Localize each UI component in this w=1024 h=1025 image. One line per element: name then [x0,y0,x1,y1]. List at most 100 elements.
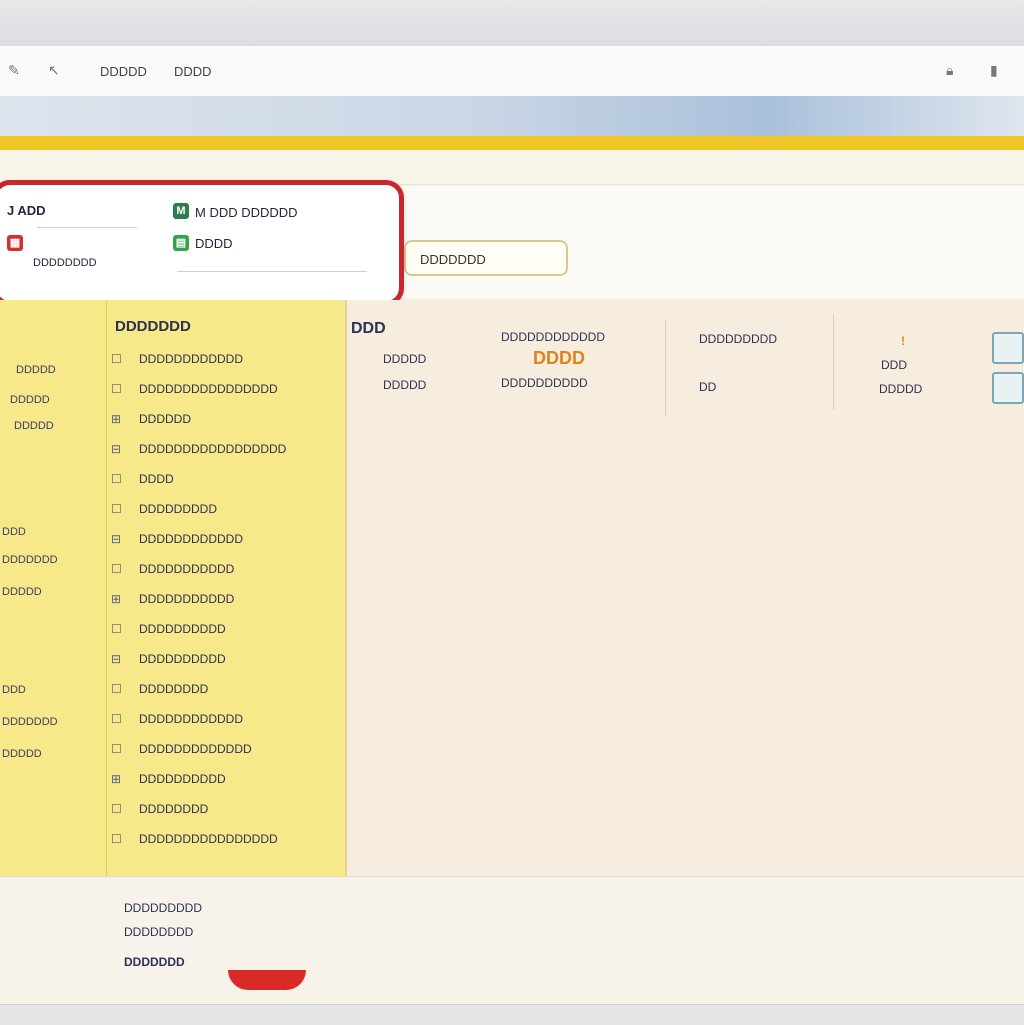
green-doc-icon: ▤ [173,235,189,251]
window-footer [0,1004,1024,1025]
list-item-label: DDDDDDDD [139,682,209,696]
list-item-label: DDDDDD [139,412,191,426]
list-item-label: DDDDDDDDDD [139,622,226,636]
menu-item-1[interactable]: DDDDD [100,64,147,79]
status-area: DDDDDDDDD DDDDDDDD DDDDDDD [0,876,1024,1005]
list-header: DDDDDDD [115,318,191,335]
message-icon: ☐ [111,352,122,366]
divider [177,271,367,272]
list-item[interactable]: ☐ DDDDDDDDDD [107,618,345,648]
message-icon: ☐ [111,382,122,396]
detail-col2-top: DDDDDDDDDDDD [501,330,605,344]
panel-title-2[interactable]: M DDD DDDDDD [195,205,298,220]
message-icon: ☐ [111,802,122,816]
list-item[interactable]: ☐ DDDDDDDDDDDDDDDD [107,828,345,858]
cursor-icon[interactable]: ↖ [48,62,60,79]
list-item[interactable]: ⊟ DDDDDDDDDDDD [107,528,345,558]
list-item[interactable]: ☐ DDDDDDDD [107,678,345,708]
list-item[interactable]: ⊞ DDDDDD [107,408,345,438]
detail-pane: DDD DDDDD DDDDD DDDDDDDDDDDD DDDD DDDDDD… [347,300,1024,876]
divider [37,227,137,228]
list-item-label: DDDDDDDDDDD [139,592,235,606]
detail-header: DDD [351,320,386,337]
list-item[interactable]: ☐ DDDDDDDDDDDDD [107,738,345,768]
message-icon: ☐ [111,832,122,846]
list-item[interactable]: ☐ DDDDDDDD [107,798,345,828]
panel-item-2[interactable]: DDDD [195,236,233,251]
ribbon-toolbar [0,96,1024,136]
image-icon[interactable] [992,372,1024,404]
nav-item[interactable]: DDDDD [10,394,50,406]
accent-bar [0,136,1024,150]
nav-item[interactable]: DDDDD [2,748,42,760]
detail-col3-bottom[interactable]: DD [699,380,716,394]
menu-item-2[interactable]: DDDD [174,64,212,79]
message-icon: ⊟ [111,532,122,546]
highlighted-panel: J ADD M M DDD DDDDDD ▦ ▤ DDDD DDDDDDDD [0,180,404,306]
message-icon: ⊞ [111,412,122,426]
window-titlebar [0,0,1024,47]
panel-subtext: DDDDDDDD [33,257,97,269]
list-item-label: DDDDDDDDDDDD [139,352,243,366]
message-icon: ☐ [111,682,122,696]
list-item-label: DDDDDDDDDDDD [139,532,243,546]
panel-title[interactable]: J ADD [7,203,46,218]
detail-col4-b[interactable]: DDDDD [879,382,922,396]
message-icon: ☐ [111,712,122,726]
image-icon[interactable] [992,332,1024,364]
green-app-icon: M [173,203,189,219]
bottom-line: DDDDDDDD [124,925,194,939]
nav-item[interactable]: DDDDD [16,364,56,376]
detail-col3-top: DDDDDDDDD [699,332,777,346]
message-icon: ☐ [111,562,122,576]
list-item[interactable]: ⊟ DDDDDDDDDD [107,648,345,678]
column-divider [833,314,834,410]
list-item-label: DDDDDDDDD [139,502,217,516]
pencil-icon[interactable]: ✎ [8,62,20,79]
list-item-label: DDDDDDDDDDDD [139,712,243,726]
list-item[interactable]: ⊞ DDDDDDDDDD [107,768,345,798]
list-item[interactable]: ⊞ DDDDDDDDDDD [107,588,345,618]
nav-item[interactable]: DDD [2,684,26,696]
column-divider [665,320,666,416]
message-icon: ⊞ [111,592,122,606]
message-icon: ☐ [111,622,122,636]
battery-icon: ▮ [990,62,998,78]
red-highlight-mark [228,970,306,990]
lock-icon[interactable]: 🔒︎ [946,62,953,79]
bottom-line: DDDDDDDDD [124,901,202,915]
list-item[interactable]: ☐ DDDD [107,468,345,498]
message-list: DDDDDDD ☐ DDDDDDDDDDDD ☐ DDDDDDDDDDDDDDDD ⊞ D… [107,300,347,876]
search-button[interactable]: DDDDDDD [404,240,568,276]
list-item-label: DDDDDDDD [139,802,209,816]
list-item[interactable]: ☐ DDDDDDDDDDDD [107,348,345,378]
list-item[interactable]: ☐ DDDDDDDDDDDDDDDD [107,378,345,408]
nav-item[interactable]: DDDDDDD [2,716,58,728]
nav-item[interactable]: DDD [2,526,26,538]
detail-col1-a[interactable]: DDDDD [383,352,426,366]
nav-item[interactable]: DDDDD [14,420,54,432]
bottom-line[interactable]: DDDDDDD [124,955,185,969]
list-item[interactable]: ☐ DDDDDDDDDDD [107,558,345,588]
message-icon: ☐ [111,742,122,756]
list-item-label: DDDDDDDDDDD [139,562,235,576]
detail-col2-bottom[interactable]: DDDDDDDDDD [501,376,588,390]
red-app-icon: ▦ [7,235,23,251]
detail-col4-mark: ! [901,334,905,348]
list-item[interactable]: ☐ DDDDDDDDD [107,498,345,528]
list-item-label: DDDD [139,472,174,486]
list-item-label: DDDDDDDDDD [139,772,226,786]
menubar: ✎ ↖ DDDDD DDDD 🔒︎ ▮ [0,46,1024,97]
left-nav: DDDDD DDDDD DDDDD DDD DDDDDDD DDDDD DDD … [0,300,107,876]
message-icon: ⊟ [111,652,122,666]
nav-item[interactable]: DDDDDDD [2,554,58,566]
list-item[interactable]: ⊟ DDDDDDDDDDDDDDDDD [107,438,345,468]
list-item[interactable]: ☐ DDDDDDDDDDDD [107,708,345,738]
list-item-label: DDDDDDDDDDDDD [139,742,252,756]
detail-col1-b[interactable]: DDDDD [383,378,426,392]
message-icon: ☐ [111,502,122,516]
message-icon: ⊞ [111,772,122,786]
list-item-label: DDDDDDDDDDDDDDDD [139,382,278,396]
message-icon: ☐ [111,472,122,486]
nav-item[interactable]: DDDDD [2,586,42,598]
